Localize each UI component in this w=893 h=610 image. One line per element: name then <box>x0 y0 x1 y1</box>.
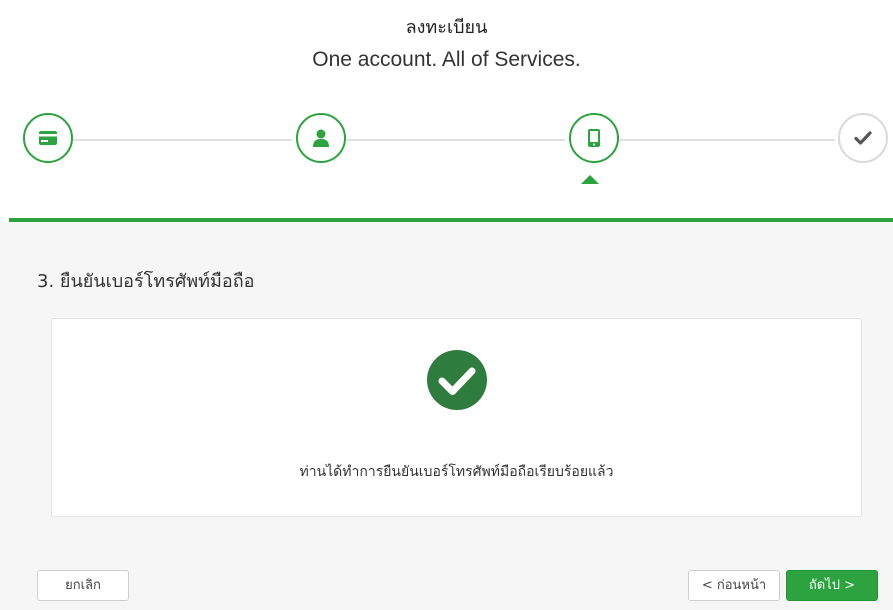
registration-header: ลงทะเบียน One account. All of Services. <box>0 0 893 220</box>
verification-panel: ท่านได้ทำการยืนยันเบอร์โทรศัพท์มือถือเรี… <box>51 318 862 517</box>
page-title: ลงทะเบียน <box>405 17 488 38</box>
step-profile[interactable] <box>296 113 346 163</box>
current-step-indicator <box>581 175 599 184</box>
previous-button[interactable]: < ก่อนหน้า <box>688 570 780 601</box>
user-icon <box>313 129 329 147</box>
success-check-icon <box>427 350 487 410</box>
page-subtitle: One account. All of Services. <box>312 48 581 71</box>
step-connector <box>73 139 292 141</box>
checkmark-icon <box>854 131 872 145</box>
main-content: 3. ยืนยันเบอร์โทรศัพท์มือถือ ท่านได้ทำกา… <box>0 222 893 610</box>
step-mobile-verification[interactable] <box>569 113 619 163</box>
success-message: ท่านได้ทำการยืนยันเบอร์โทรศัพท์มือถือเรี… <box>299 464 614 480</box>
card-icon <box>39 131 57 145</box>
step-payment[interactable] <box>23 113 73 163</box>
step-complete[interactable] <box>838 113 888 163</box>
step-connector <box>346 139 565 141</box>
next-button[interactable]: ถัดไป > <box>786 570 878 601</box>
mobile-phone-icon <box>588 129 600 147</box>
cancel-button[interactable]: ยกเลิก <box>37 570 129 601</box>
step-connector <box>619 139 835 141</box>
section-title: 3. ยืนยันเบอร์โทรศัพท์มือถือ <box>37 271 255 292</box>
